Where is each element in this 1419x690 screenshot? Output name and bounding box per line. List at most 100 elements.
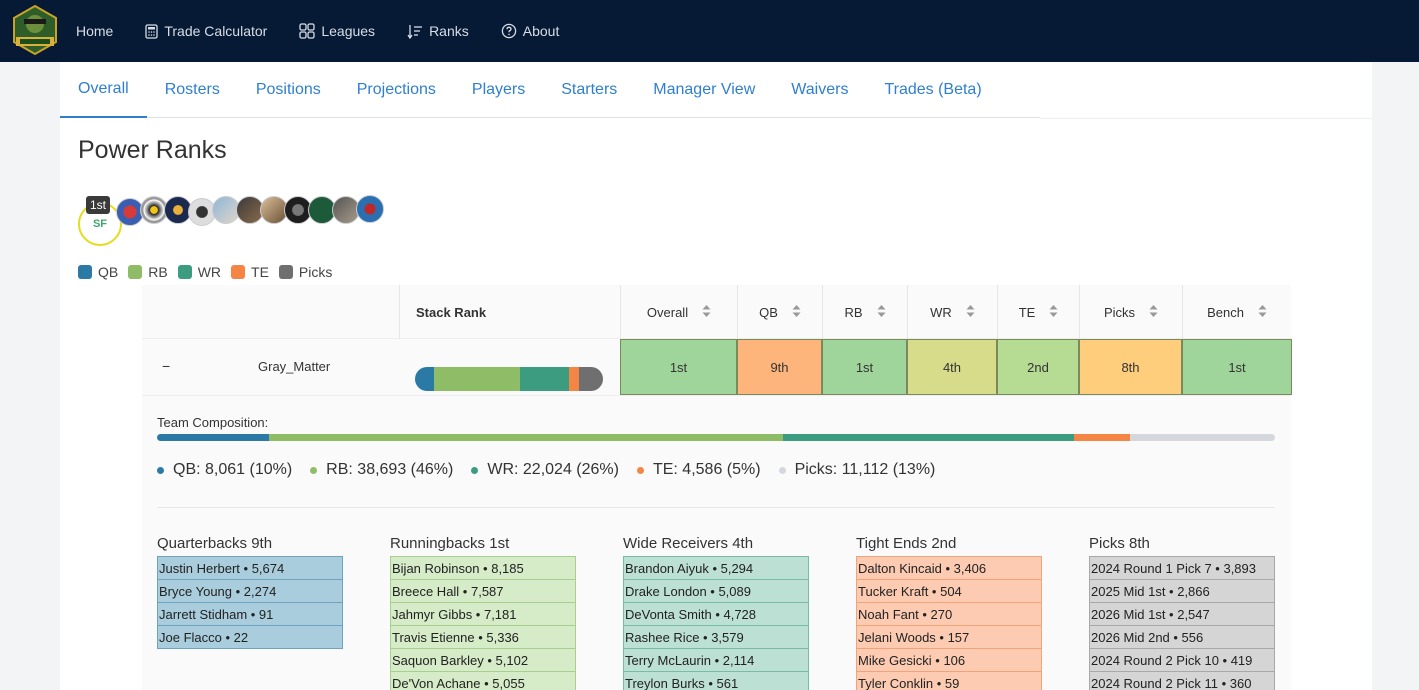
- tab-rosters[interactable]: Rosters: [147, 62, 238, 118]
- group-title: Picks 8th: [1089, 535, 1150, 552]
- tab-bar: Overall Rosters Positions Projections Pl…: [60, 62, 1040, 118]
- rank-cell-overall: 1st: [620, 339, 737, 395]
- list-item[interactable]: Bryce Young • 2,274: [157, 579, 343, 603]
- list-item[interactable]: Joe Flacco • 22: [157, 625, 343, 649]
- list-item[interactable]: Mike Gesicki • 106: [856, 648, 1042, 672]
- sort-icon: [407, 24, 423, 39]
- legend-wr: WR: [177, 264, 221, 280]
- stack-segment-te: [569, 367, 579, 391]
- group-title: Wide Receivers 4th: [623, 535, 754, 552]
- header-bench[interactable]: Bench: [1182, 285, 1291, 339]
- composition-rb: RB: 38,693 (46%): [310, 461, 453, 479]
- header-overall[interactable]: Overall: [620, 285, 737, 339]
- sort-icon: [877, 304, 886, 321]
- main-card: Overall Rosters Positions Projections Pl…: [60, 62, 1372, 690]
- legend-swatch: [177, 265, 192, 279]
- list-item[interactable]: Treylon Burks • 561: [623, 671, 809, 690]
- manager-avatar-row: SF 1st: [78, 195, 418, 246]
- list-item[interactable]: Rashee Rice • 3,579: [623, 625, 809, 649]
- calculator-icon: [145, 23, 159, 39]
- header-te[interactable]: TE: [997, 285, 1079, 339]
- top-navbar: Home Trade Calculator Leagues Ranks Abou…: [0, 0, 1419, 62]
- composition-picks: Picks: 11,112 (13%): [778, 461, 935, 479]
- tab-positions[interactable]: Positions: [238, 62, 339, 118]
- table-row[interactable]: − Gray_Matter 1st 9th 1st 4th 2nd 8th 1s…: [142, 339, 1292, 396]
- composition-wr: WR: 22,024 (26%): [471, 461, 619, 479]
- sort-icon: [792, 304, 801, 321]
- tab-players[interactable]: Players: [454, 62, 543, 118]
- fantasy-navigator-logo[interactable]: [10, 4, 60, 56]
- table-header: Stack Rank Overall QB RB WR TE Picks Ben…: [142, 285, 1291, 339]
- list-item[interactable]: Brandon Aiyuk • 5,294: [623, 556, 809, 580]
- tab-starters[interactable]: Starters: [543, 62, 635, 118]
- list-item[interactable]: Breece Hall • 7,587: [390, 579, 576, 603]
- composition-te: TE: 4,586 (5%): [636, 461, 761, 479]
- list-item[interactable]: Jelani Woods • 157: [856, 625, 1042, 649]
- rank-cell-picks: 8th: [1079, 339, 1182, 395]
- header-qb[interactable]: QB: [737, 285, 822, 339]
- list-item[interactable]: 2024 Round 1 Pick 7 • 3,893: [1089, 556, 1275, 580]
- header-picks[interactable]: Picks: [1079, 285, 1182, 339]
- header-wr[interactable]: WR: [907, 285, 997, 339]
- tab-waivers[interactable]: Waivers: [773, 62, 866, 118]
- legend-picks: Picks: [278, 264, 332, 280]
- list-item[interactable]: 2025 Mid 1st • 2,866: [1089, 579, 1275, 603]
- nav-ranks[interactable]: Ranks: [407, 23, 469, 39]
- manager-avatar[interactable]: [356, 195, 384, 223]
- list-item[interactable]: Saquon Barkley • 5,102: [390, 648, 576, 672]
- team-composition-label: Team Composition:: [157, 415, 269, 430]
- list-item[interactable]: Noah Fant • 270: [856, 602, 1042, 626]
- nav-home[interactable]: Home: [76, 23, 113, 39]
- header-stack-rank: Stack Rank: [399, 285, 620, 339]
- avatar-initials: SF: [92, 218, 108, 230]
- list-item[interactable]: Jahmyr Gibbs • 7,181: [390, 602, 576, 626]
- header-rb[interactable]: RB: [822, 285, 907, 339]
- rank-cell-qb: 9th: [737, 339, 822, 395]
- tab-manager-view[interactable]: Manager View: [635, 62, 773, 118]
- nav-leagues[interactable]: Leagues: [299, 23, 375, 39]
- position-legend: QB RB WR TE Picks: [78, 264, 342, 280]
- list-item[interactable]: De'Von Achane • 5,055: [390, 671, 576, 690]
- list-item[interactable]: Justin Herbert • 5,674: [157, 556, 343, 580]
- list-item[interactable]: Jarrett Stidham • 91: [157, 602, 343, 626]
- legend-swatch: [278, 265, 293, 279]
- nav-about[interactable]: About: [501, 23, 559, 39]
- manager-name: Gray_Matter: [258, 359, 331, 374]
- group-quarterbacks: Quarterbacks 9th Justin Herbert • 5,674 …: [157, 535, 347, 649]
- rank-cell-bench: 1st: [1182, 339, 1292, 395]
- legend-te: TE: [231, 264, 269, 280]
- list-item[interactable]: Bijan Robinson • 8,185: [390, 556, 576, 580]
- stack-rank-bar: [415, 367, 603, 391]
- list-item[interactable]: Tucker Kraft • 504: [856, 579, 1042, 603]
- collapse-minus-icon[interactable]: −: [162, 358, 170, 374]
- list-item[interactable]: Terry McLaurin • 2,114: [623, 648, 809, 672]
- help-circle-icon: [501, 23, 516, 39]
- group-title: Runningbacks 1st: [390, 535, 510, 552]
- tab-overall[interactable]: Overall: [60, 62, 147, 118]
- legend-qb: QB: [78, 264, 118, 280]
- team-composition-legend: QB: 8,061 (10%) RB: 38,693 (46%) WR: 22,…: [157, 461, 953, 479]
- legend-swatch: [78, 265, 92, 279]
- nav-trade-calculator[interactable]: Trade Calculator: [145, 23, 267, 39]
- tab-projections[interactable]: Projections: [339, 62, 454, 118]
- list-item[interactable]: 2024 Round 2 Pick 10 • 419: [1089, 648, 1275, 672]
- tab-trades-beta[interactable]: Trades (Beta): [866, 62, 999, 118]
- list-item[interactable]: Dalton Kincaid • 3,406: [856, 556, 1042, 580]
- legend-rb: RB: [128, 264, 168, 280]
- tabs-divider: [1040, 118, 1372, 119]
- list-item[interactable]: 2024 Round 2 Pick 11 • 360: [1089, 671, 1275, 690]
- list-item[interactable]: Travis Etienne • 5,336: [390, 625, 576, 649]
- legend-swatch: [128, 265, 143, 279]
- list-item[interactable]: 2026 Mid 1st • 2,547: [1089, 602, 1275, 626]
- list-item[interactable]: Drake London • 5,089: [623, 579, 809, 603]
- list-item[interactable]: 2026 Mid 2nd • 556: [1089, 625, 1275, 649]
- power-rank-table: Stack Rank Overall QB RB WR TE Picks Ben…: [142, 285, 1292, 690]
- composition-segment-picks: [1129, 434, 1275, 441]
- sort-icon: [1149, 304, 1158, 321]
- rank-badge: 1st: [86, 196, 111, 214]
- list-item[interactable]: DeVonta Smith • 4,728: [623, 602, 809, 626]
- list-item[interactable]: Tyler Conklin • 59: [856, 671, 1042, 690]
- rank-cell-rb: 1st: [822, 339, 907, 395]
- sort-icon: [1049, 304, 1058, 321]
- sort-icon: [702, 304, 711, 321]
